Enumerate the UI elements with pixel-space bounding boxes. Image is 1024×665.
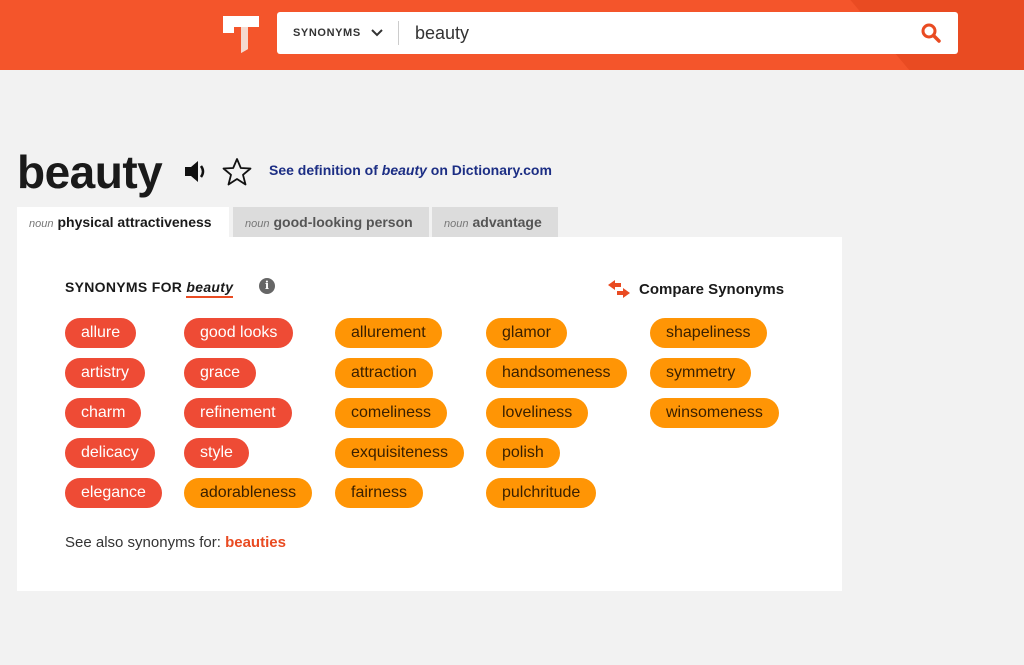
tab-good-looking-person[interactable]: noun good-looking person (233, 207, 429, 237)
tab-pos: noun (29, 218, 54, 230)
synonym-pill[interactable]: comeliness (335, 398, 448, 428)
tab-physical-attractiveness[interactable]: noun physical attractiveness (17, 207, 229, 237)
synonym-pill[interactable]: artistry (65, 358, 145, 388)
synonyms-panel: SYNONYMS FOR beauty i Compare Synonyms a… (17, 237, 842, 591)
synonym-pill[interactable]: charm (65, 398, 142, 428)
chevron-down-icon (371, 29, 383, 37)
info-icon[interactable]: i (259, 278, 275, 294)
synonym-pill[interactable]: refinement (184, 398, 292, 428)
synonym-pill[interactable]: elegance (65, 478, 162, 508)
synonym-pill[interactable]: attraction (335, 358, 433, 388)
thesaurus-logo-icon[interactable] (221, 13, 261, 53)
def-link-prefix: See definition of (269, 162, 382, 178)
synonym-pill[interactable]: winsomeness (650, 398, 779, 428)
see-also-line: See also synonyms for: beauties (65, 534, 286, 551)
synonym-pill[interactable]: grace (184, 358, 257, 388)
synonym-pill[interactable]: good looks (184, 318, 294, 348)
synonym-pill[interactable]: allure (65, 318, 137, 348)
tab-advantage[interactable]: noun advantage (432, 207, 558, 237)
synonyms-title: SYNONYMS FOR beauty (65, 279, 234, 298)
speaker-icon[interactable] (183, 158, 210, 185)
see-also-prefix: See also synonyms for: (65, 534, 221, 551)
synonym-pill[interactable]: delicacy (65, 438, 155, 468)
tab-pos: noun (245, 218, 270, 230)
synonym-pill[interactable]: loveliness (486, 398, 589, 428)
synonym-pill[interactable]: pulchritude (486, 478, 597, 508)
search-type-label: SYNONYMS (293, 27, 361, 39)
synonym-pill[interactable]: polish (486, 438, 560, 468)
synonym-pill[interactable]: adorableness (184, 478, 313, 508)
synonym-pill[interactable]: shapeliness (650, 318, 767, 348)
see-also-link[interactable]: beauties (225, 534, 286, 551)
search-button[interactable] (904, 12, 958, 54)
compare-arrows-icon (608, 280, 630, 298)
compare-synonyms-button[interactable]: Compare Synonyms (607, 279, 784, 299)
search-bar: SYNONYMS (277, 12, 958, 54)
synonym-pill[interactable]: handsomeness (486, 358, 627, 388)
synonyms-title-word: beauty (186, 279, 234, 298)
dictionary-definition-link[interactable]: See definition of beauty on Dictionary.c… (269, 162, 552, 178)
synonym-pill[interactable]: symmetry (650, 358, 752, 388)
synonym-pill[interactable]: allurement (335, 318, 442, 348)
synonym-pill[interactable]: exquisiteness (335, 438, 464, 468)
compare-synonyms-label: Compare Synonyms (639, 280, 785, 298)
synonyms-title-prefix: SYNONYMS FOR (65, 279, 183, 295)
tab-label: good-looking person (273, 214, 413, 230)
synonym-pill[interactable]: fairness (335, 478, 424, 508)
synonym-pill[interactable]: glamor (486, 318, 567, 348)
tab-pos: noun (444, 218, 469, 230)
def-link-suffix: on Dictionary.com (426, 162, 552, 178)
star-icon[interactable] (222, 157, 252, 187)
def-link-word: beauty (381, 162, 427, 178)
search-icon (921, 23, 941, 43)
site-header: SYNONYMS (0, 0, 1024, 70)
tab-label: physical attractiveness (57, 214, 212, 230)
synonym-pill[interactable]: style (184, 438, 249, 468)
search-type-dropdown[interactable]: SYNONYMS (277, 12, 398, 54)
search-input[interactable] (399, 12, 904, 54)
entry-word: beauty (17, 146, 163, 198)
tab-label: advantage (472, 214, 542, 230)
